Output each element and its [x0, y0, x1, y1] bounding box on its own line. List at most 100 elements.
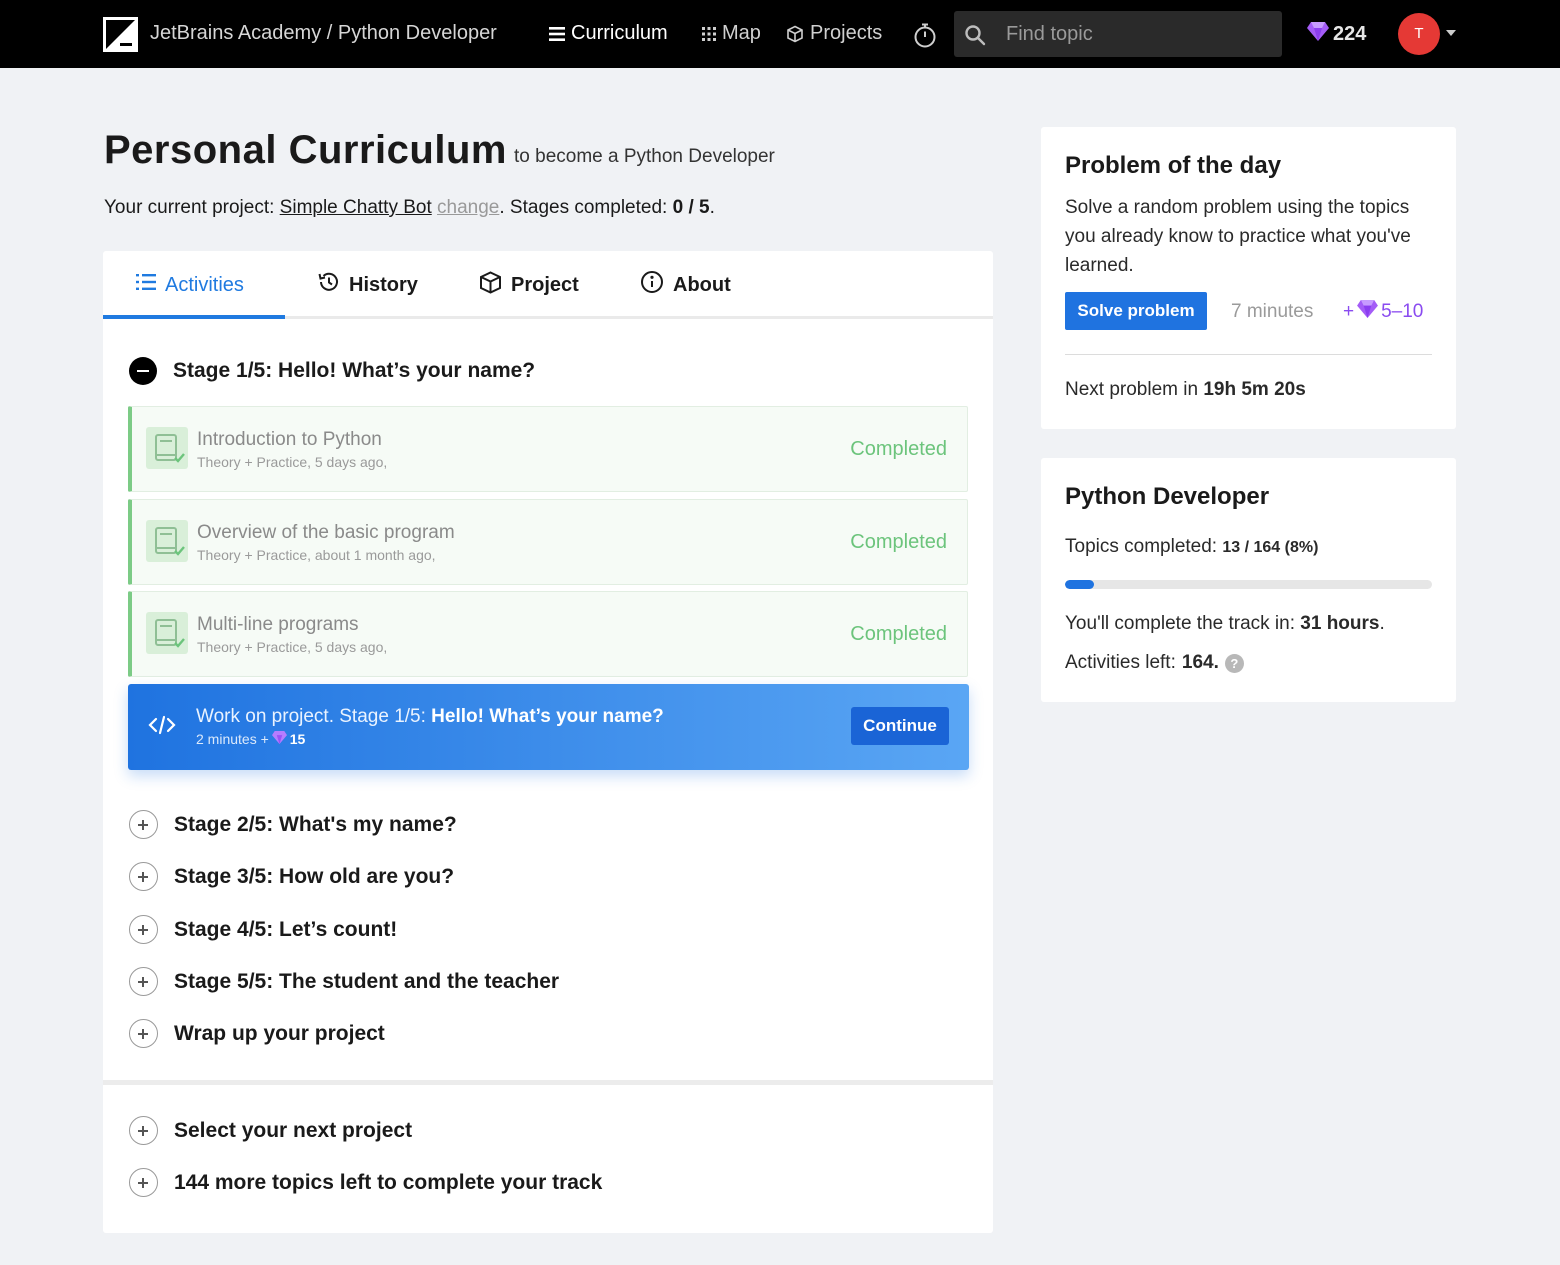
- jetbrains-logo-icon[interactable]: [103, 17, 138, 52]
- active-tab-indicator: [103, 315, 285, 319]
- expand-icon[interactable]: [129, 862, 158, 891]
- topic-row[interactable]: Multi-line programs Theory + Practice, 5…: [128, 591, 968, 677]
- tab-project[interactable]: Project: [479, 251, 579, 319]
- topic-row[interactable]: Overview of the basic program Theory + P…: [128, 499, 968, 585]
- topic-book-icon: [146, 427, 188, 469]
- stage-title: Wrap up your project: [174, 1021, 385, 1045]
- track-progress-bar: [1065, 580, 1432, 589]
- stage-title: 144 more topics left to complete your tr…: [174, 1170, 603, 1194]
- potd-gems-value: 5–10: [1381, 301, 1424, 322]
- search-icon: [964, 24, 986, 51]
- topic-row[interactable]: Introduction to Python Theory + Practice…: [128, 406, 968, 492]
- divider: [1065, 354, 1432, 355]
- stopwatch-icon[interactable]: [912, 22, 938, 53]
- topic-meta: Theory + Practice, 5 days ago,: [197, 454, 388, 470]
- tab-about-label: About: [673, 273, 731, 296]
- stage-1-header[interactable]: Stage 1/5: Hello! What’s your name?: [129, 357, 535, 385]
- tab-history[interactable]: History: [317, 251, 418, 319]
- nav-map-label: Map: [722, 22, 761, 44]
- stage-3-header[interactable]: Stage 3/5: How old are you?: [129, 862, 454, 891]
- gem-icon: [1357, 300, 1379, 324]
- stage-title: Stage 5/5: The student and the teacher: [174, 969, 560, 993]
- topic-status: Completed: [850, 623, 947, 645]
- expand-icon[interactable]: [129, 810, 158, 839]
- topic-name: Multi-line programs: [197, 614, 359, 635]
- wrap-up-header[interactable]: Wrap up your project: [129, 1019, 385, 1048]
- grid-icon: [702, 26, 716, 41]
- gem-icon: [1307, 22, 1329, 47]
- change-project-link[interactable]: change: [437, 197, 499, 218]
- stage-5-header[interactable]: Stage 5/5: The student and the teacher: [129, 967, 559, 996]
- list-icon: [136, 273, 156, 297]
- stage-4-header[interactable]: Stage 4/5: Let’s count!: [129, 915, 397, 944]
- nav-curriculum[interactable]: Curriculum: [549, 22, 668, 45]
- stage-title: Stage 4/5: Let’s count!: [174, 917, 398, 941]
- curriculum-card: Activities History Project About Stage 1…: [103, 251, 993, 1233]
- project-task-meta: 2 minutes + 15: [196, 731, 305, 747]
- stages-suffix: .: [709, 197, 715, 218]
- track-title: Python Developer: [1065, 483, 1270, 510]
- collapse-icon[interactable]: [129, 357, 157, 385]
- next-problem-prefix: Next problem in: [1065, 379, 1199, 400]
- potd-gems: + 5–10: [1343, 300, 1423, 324]
- topics-completed-prefix: Topics completed:: [1065, 536, 1218, 557]
- cube-icon: [786, 25, 804, 43]
- search-input[interactable]: [1006, 11, 1276, 57]
- history-icon: [317, 271, 340, 299]
- gem-icon: [271, 731, 287, 747]
- solve-problem-button[interactable]: Solve problem: [1065, 292, 1207, 330]
- completion-suffix: .: [1379, 613, 1385, 634]
- topics-completed: Topics completed: 13 / 164 (8%): [1065, 536, 1318, 558]
- section-divider: [103, 1080, 993, 1085]
- potd-gems-prefix: +: [1343, 301, 1355, 322]
- list-icon: [549, 26, 565, 41]
- stage-title: Select your next project: [174, 1118, 413, 1142]
- completion-value: 31 hours: [1300, 613, 1380, 634]
- tab-activities[interactable]: Activities: [136, 251, 244, 319]
- avatar[interactable]: T: [1398, 13, 1440, 55]
- potd-title: Problem of the day: [1065, 152, 1282, 179]
- stage-title: Stage 2/5: What's my name?: [174, 812, 457, 836]
- tab-about[interactable]: About: [640, 251, 731, 319]
- activities-left: Activities left: 164. ?: [1065, 652, 1244, 674]
- gems-count: 224: [1333, 23, 1367, 45]
- topic-meta: Theory + Practice, 5 days ago,: [197, 639, 388, 655]
- page-title: Personal Curriculum: [104, 128, 507, 172]
- project-task-row[interactable]: Work on project. Stage 1/5: Hello! What’…: [128, 684, 969, 770]
- brand-breadcrumb[interactable]: JetBrains Academy / Python Developer: [150, 22, 497, 45]
- project-task-stage-name: Hello! What’s your name?: [431, 706, 664, 727]
- expand-icon[interactable]: [129, 967, 158, 996]
- gems-counter[interactable]: 224: [1307, 22, 1366, 47]
- code-icon: [148, 714, 176, 741]
- select-next-project-header[interactable]: Select your next project: [129, 1116, 412, 1145]
- project-link[interactable]: Simple Chatty Bot: [280, 197, 432, 218]
- stage-1-title: Stage 1/5: Hello! What’s your name?: [173, 359, 536, 382]
- stage-2-header[interactable]: Stage 2/5: What's my name?: [129, 810, 457, 839]
- help-icon[interactable]: ?: [1224, 653, 1244, 673]
- chevron-down-icon[interactable]: [1446, 30, 1456, 36]
- expand-icon[interactable]: [129, 1116, 158, 1145]
- expand-icon[interactable]: [129, 1168, 158, 1197]
- cube-icon: [479, 270, 502, 300]
- expand-icon[interactable]: [129, 915, 158, 944]
- tab-history-label: History: [349, 273, 418, 296]
- topic-status: Completed: [850, 531, 947, 553]
- topic-status: Completed: [850, 438, 947, 460]
- topic-name: Overview of the basic program: [197, 522, 455, 543]
- current-project-line: Your current project: Simple Chatty Bot …: [104, 197, 715, 219]
- activities-left-prefix: Activities left:: [1065, 652, 1176, 673]
- nav-projects[interactable]: Projects: [786, 22, 882, 45]
- track-progress-fill: [1065, 580, 1095, 589]
- top-navbar: JetBrains Academy / Python Developer Cur…: [0, 0, 1560, 68]
- stages-prefix: . Stages completed:: [499, 197, 668, 218]
- potd-description: Solve a random problem using the topics …: [1065, 197, 1411, 276]
- project-prefix: Your current project:: [104, 197, 275, 218]
- tab-bar: Activities History Project About: [103, 251, 993, 319]
- project-task-title: Work on project. Stage 1/5: Hello! What’…: [196, 706, 664, 728]
- stages-value: 0 / 5: [672, 197, 710, 218]
- continue-button[interactable]: Continue: [851, 707, 949, 745]
- nav-map[interactable]: Map: [702, 22, 761, 45]
- expand-icon[interactable]: [129, 1019, 158, 1048]
- remaining-topics-header[interactable]: 144 more topics left to complete your tr…: [129, 1168, 602, 1197]
- project-task-gems: 15: [289, 731, 306, 747]
